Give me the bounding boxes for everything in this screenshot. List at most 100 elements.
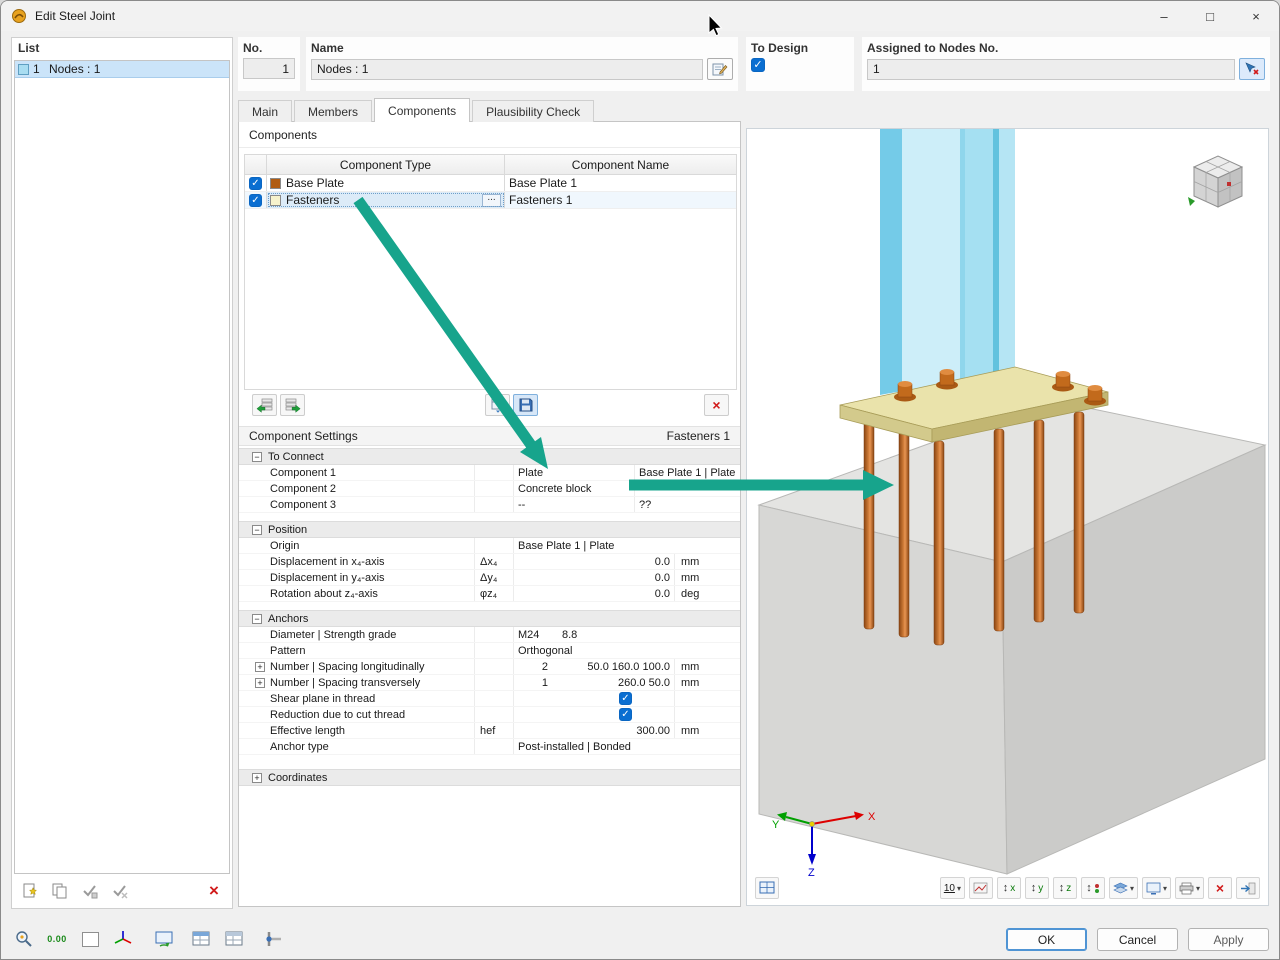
component-1-value[interactable]: Base Plate 1 | Plate [634,465,740,480]
component-2-type[interactable]: Concrete block [514,481,634,496]
pattern-value[interactable]: Orthogonal [514,643,740,658]
component-3-value[interactable]: ?? [634,497,740,512]
rz-value[interactable]: 0.0 [514,586,674,601]
shear-plane-checkbox[interactable] [619,692,632,705]
save-component-button[interactable] [513,394,538,416]
row-component-3[interactable]: Component 3 -- ?? [239,497,740,513]
list-item[interactable]: 1 Nodes : 1 [15,61,229,78]
scale-dropdown[interactable]: 10 ▾ [940,877,965,899]
select-check-button[interactable] [78,879,102,903]
row-diameter-grade[interactable]: Diameter | Strength grade M24 8.8 [239,627,740,643]
fasteners-checkbox[interactable] [249,194,262,207]
navigation-cube[interactable] [1182,151,1252,217]
row-rotation-z[interactable]: Rotation about z₄-axis φz₄ 0.0 deg [239,586,740,602]
fasteners-name[interactable]: Fasteners 1 [505,192,736,208]
table-row-base-plate[interactable]: Base Plate Base Plate 1 [245,175,736,192]
group-to-connect[interactable]: − To Connect [239,448,740,465]
row-spacing-transverse[interactable]: + Number | Spacing transversely 1 260.0 … [239,675,740,691]
collapse-icon[interactable]: − [252,614,262,624]
background-color-button[interactable] [77,926,103,952]
collapse-icon[interactable]: − [252,452,262,462]
no-input[interactable]: 1 [243,58,295,79]
titlebar[interactable]: Edit Steel Joint – □ × [1,1,1279,31]
joint-3d-scene[interactable] [747,129,1270,907]
insert-component-button[interactable] [280,394,305,416]
column-component-name[interactable]: Component Name [505,155,736,174]
3d-viewport[interactable]: X Y Z 10 ▾ ↕x ↕y [746,128,1269,906]
pick-nodes-button[interactable] [1239,58,1265,80]
expand-icon[interactable]: + [255,662,265,672]
table-row-fasteners[interactable]: Fasteners ... Fasteners 1 [245,192,736,209]
row-shear-plane[interactable]: Shear plane in thread [239,691,740,707]
copy-joint-button[interactable] [48,879,72,903]
row-anchor-type[interactable]: Anchor type Post-installed | Bonded [239,739,740,755]
anchor-type-value[interactable]: Post-installed | Bonded [514,739,740,754]
apply-button[interactable]: Apply [1188,928,1269,951]
base-plate-checkbox[interactable] [249,177,262,190]
extremes-x-button[interactable]: ↕x [997,877,1021,899]
steel-column[interactable] [880,129,1015,395]
cancel-button[interactable]: Cancel [1097,928,1178,951]
effective-length-value[interactable]: 300.00 [514,723,674,738]
base-plate-name[interactable]: Base Plate 1 [505,175,736,191]
collapse-icon[interactable]: − [252,525,262,535]
close-results-button[interactable]: × [1208,877,1232,899]
close-button[interactable]: × [1233,1,1279,31]
group-anchors[interactable]: − Anchors [239,610,740,627]
name-input[interactable]: Nodes : 1 [311,59,703,80]
table-view-1-button[interactable] [188,926,214,952]
row-spacing-longitudinal[interactable]: + Number | Spacing longitudinally 2 50.0… [239,659,740,675]
dy-value[interactable]: 0.0 [514,570,674,585]
tab-plausibility-check[interactable]: Plausibility Check [472,100,594,122]
edit-name-button[interactable] [707,58,733,80]
view-settings-button[interactable] [755,877,779,899]
row-reduction-thread[interactable]: Reduction due to cut thread [239,707,740,723]
display-values-button[interactable] [969,877,993,899]
to-design-checkbox[interactable] [751,58,765,72]
transverse-count[interactable]: 1 [518,677,548,689]
extremes-all-button[interactable]: ↕ [1081,877,1105,899]
row-displacement-y[interactable]: Displacement in y₄-axis Δy₄ 0.0 mm [239,570,740,586]
new-joint-button[interactable] [18,879,42,903]
component-3-type[interactable]: -- [514,497,634,512]
display-mode-dropdown[interactable]: ▾ [1142,877,1171,899]
dx-value[interactable]: 0.0 [514,554,674,569]
longitudinal-count[interactable]: 2 [518,661,548,673]
minimize-button[interactable]: – [1141,1,1187,31]
reduction-checkbox[interactable] [619,708,632,721]
delete-joint-button[interactable]: × [202,879,226,903]
expand-icon[interactable]: + [255,678,265,688]
row-displacement-x[interactable]: Displacement in x₄-axis Δx₄ 0.0 mm [239,554,740,570]
add-component-button[interactable] [252,394,277,416]
fasteners-browse-button[interactable]: ... [482,194,501,207]
row-component-2[interactable]: Component 2 Concrete block [239,481,740,497]
diameter-value[interactable]: M24 [518,629,544,641]
component-2-value[interactable] [634,481,740,496]
delete-component-button[interactable]: × [704,394,729,416]
assigned-nodes-input[interactable]: 1 [867,59,1235,80]
table-view-2-button[interactable] [221,926,247,952]
tab-members[interactable]: Members [294,100,372,122]
longitudinal-spacing[interactable]: 50.0 160.0 100.0 [548,661,674,673]
tab-main[interactable]: Main [238,100,292,122]
joint-listbox[interactable]: 1 Nodes : 1 [14,60,230,874]
row-origin[interactable]: Origin Base Plate 1 | Plate [239,538,740,554]
layers-dropdown[interactable]: ▾ [1109,877,1138,899]
origin-value[interactable]: Base Plate 1 | Plate [514,538,740,553]
export-view-button[interactable] [1236,877,1260,899]
column-component-type[interactable]: Component Type [267,155,505,174]
component-1-type[interactable]: Plate [514,465,634,480]
deselect-check-button[interactable] [108,879,132,903]
find-settings-button[interactable] [11,926,37,952]
print-dropdown[interactable]: ▾ [1175,877,1204,899]
tab-components[interactable]: Components [374,98,470,122]
row-pattern[interactable]: Pattern Orthogonal [239,643,740,659]
row-effective-length[interactable]: Effective length hef 300.00 mm [239,723,740,739]
transverse-spacing[interactable]: 260.0 50.0 [548,677,674,689]
expand-icon[interactable]: + [252,773,262,783]
axes-display-button[interactable] [110,926,136,952]
grade-value[interactable]: 8.8 [562,629,577,641]
group-position[interactable]: − Position [239,521,740,538]
decimal-places-button[interactable]: 0.00 [44,926,70,952]
joint-config-button[interactable] [262,926,288,952]
